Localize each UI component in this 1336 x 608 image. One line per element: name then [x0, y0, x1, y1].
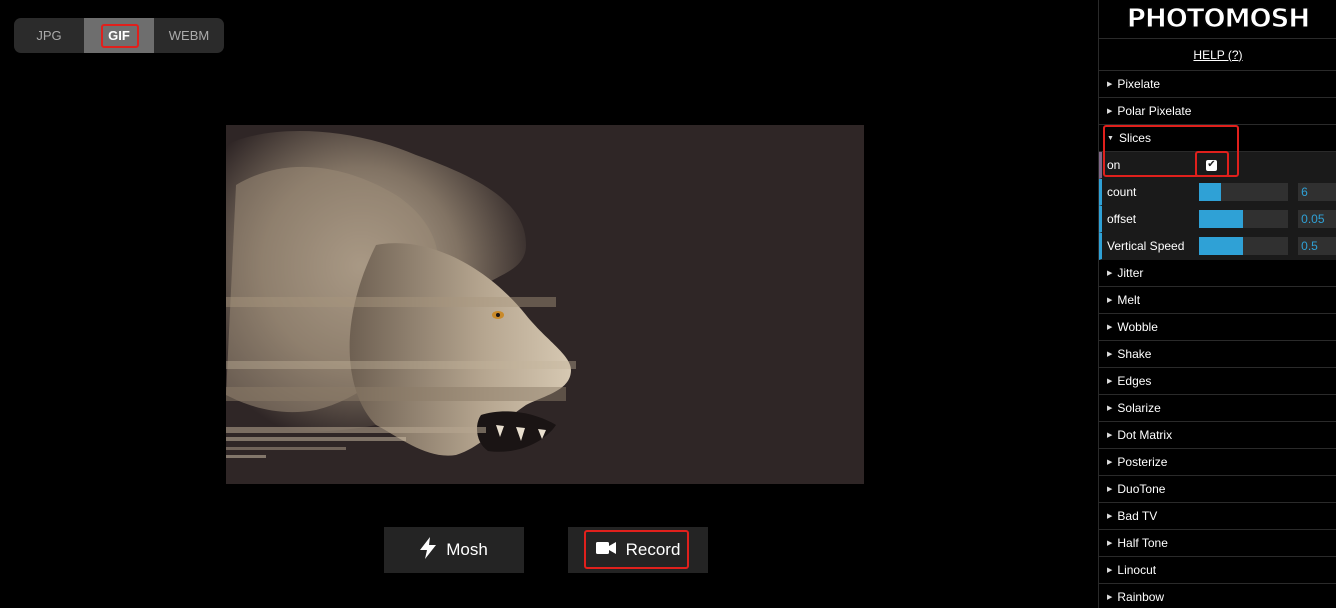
control-label: on [1107, 158, 1121, 172]
folder-label: Rainbow [1117, 590, 1165, 604]
control-vertical-speed: Vertical Speed 0.5 [1099, 233, 1336, 260]
folder-label: Shake [1117, 347, 1152, 361]
folder-label: Half Tone [1117, 536, 1168, 550]
collapsed-caret-icon: ▶ [1107, 351, 1113, 358]
lightning-icon [420, 536, 437, 564]
on-checkbox[interactable]: ✔ [1206, 159, 1217, 171]
folder-list: ▶ Jitter ▶ Melt ▶ Wobble ▶ Shake ▶ Edges ▶ Solarize… [1099, 260, 1336, 608]
mosh-button[interactable]: Mosh [384, 527, 524, 573]
collapsed-caret-icon: ▶ [1107, 108, 1113, 115]
control-on: on ✔ [1099, 152, 1336, 179]
lion-image [226, 131, 576, 458]
control-label: offset [1107, 212, 1137, 226]
effects-panel: PHOTOMOSH HELP (?) ▶ Pixelate ▶ Polar Pixe… [1098, 0, 1336, 608]
folder-shake[interactable]: ▶ Shake [1099, 341, 1336, 368]
folder-label: Posterize [1117, 455, 1168, 469]
video-camera-icon [595, 540, 616, 560]
image-canvas [226, 125, 864, 484]
folder-label: Melt [1117, 293, 1141, 307]
folder-melt[interactable]: ▶ Melt [1099, 287, 1336, 314]
control-count: count 6 [1099, 179, 1336, 206]
collapsed-caret-icon: ▶ [1107, 594, 1113, 601]
vertical-speed-slider[interactable] [1198, 237, 1289, 255]
slider-fill [1198, 210, 1244, 228]
collapsed-caret-icon: ▶ [1107, 378, 1113, 385]
folder-duotone[interactable]: ▶ DuoTone [1099, 476, 1336, 503]
collapsed-caret-icon: ▶ [1107, 513, 1113, 520]
folder-label: Dot Matrix [1117, 428, 1173, 442]
count-slider[interactable] [1198, 183, 1289, 201]
folder-label: Slices [1118, 131, 1151, 145]
count-input[interactable]: 6 [1298, 183, 1336, 201]
format-jpg-button[interactable]: JPG [14, 18, 84, 53]
control-label: count [1107, 185, 1137, 199]
folder-label: Pixelate [1117, 77, 1161, 91]
offset-slider[interactable] [1198, 210, 1289, 228]
record-label: Record [625, 540, 681, 559]
format-gif-button[interactable]: GIF [84, 18, 154, 53]
format-webm-button[interactable]: WEBM [154, 18, 224, 53]
slider-fill [1198, 183, 1221, 201]
folder-linocut[interactable]: ▶ Linocut [1099, 557, 1336, 584]
control-offset: offset 0.05 [1099, 206, 1336, 233]
expanded-caret-icon: ▼ [1107, 134, 1114, 142]
mosh-label: Mosh [446, 540, 488, 559]
collapsed-caret-icon: ▶ [1107, 405, 1113, 412]
folder-half-tone[interactable]: ▶ Half Tone [1099, 530, 1336, 557]
folder-label: Solarize [1117, 401, 1161, 415]
record-button[interactable]: Record [568, 527, 708, 573]
control-label: Vertical Speed [1107, 239, 1185, 253]
folder-label: Jitter [1117, 266, 1144, 280]
collapsed-caret-icon: ▶ [1107, 459, 1113, 466]
collapsed-caret-icon: ▶ [1107, 540, 1113, 547]
folder-bad-tv[interactable]: ▶ Bad TV [1099, 503, 1336, 530]
collapsed-caret-icon: ▶ [1107, 297, 1113, 304]
folder-rainbow[interactable]: ▶ Rainbow [1099, 584, 1336, 608]
app-logo: PHOTOMOSH [1099, 0, 1336, 39]
folder-posterize[interactable]: ▶ Posterize [1099, 449, 1336, 476]
folder-edges[interactable]: ▶ Edges [1099, 368, 1336, 395]
folder-label: Edges [1117, 374, 1152, 388]
format-toggle: JPG GIF WEBM [14, 18, 224, 53]
folder-jitter[interactable]: ▶ Jitter [1099, 260, 1336, 287]
collapsed-caret-icon: ▶ [1107, 486, 1113, 493]
folder-label: Linocut [1117, 563, 1157, 577]
help-link[interactable]: HELP (?) [1099, 39, 1336, 71]
offset-input[interactable]: 0.05 [1298, 210, 1336, 228]
folder-dot-matrix[interactable]: ▶ Dot Matrix [1099, 422, 1336, 449]
collapsed-caret-icon: ▶ [1107, 567, 1113, 574]
folder-slices[interactable]: ▼ Slices [1099, 125, 1336, 152]
collapsed-caret-icon: ▶ [1107, 324, 1113, 331]
folder-wobble[interactable]: ▶ Wobble [1099, 314, 1336, 341]
collapsed-caret-icon: ▶ [1107, 270, 1113, 277]
folder-label: Wobble [1117, 320, 1158, 334]
folder-pixelate[interactable]: ▶ Pixelate [1099, 71, 1336, 98]
vertical-speed-input[interactable]: 0.5 [1298, 237, 1336, 255]
collapsed-caret-icon: ▶ [1107, 432, 1113, 439]
folder-solarize[interactable]: ▶ Solarize [1099, 395, 1336, 422]
folder-label: DuoTone [1117, 482, 1166, 496]
folder-label: Bad TV [1117, 509, 1158, 523]
folder-label: Polar Pixelate [1117, 104, 1192, 118]
slider-fill [1198, 237, 1244, 255]
folder-polar-pixelate[interactable]: ▶ Polar Pixelate [1099, 98, 1336, 125]
collapsed-caret-icon: ▶ [1107, 81, 1113, 88]
